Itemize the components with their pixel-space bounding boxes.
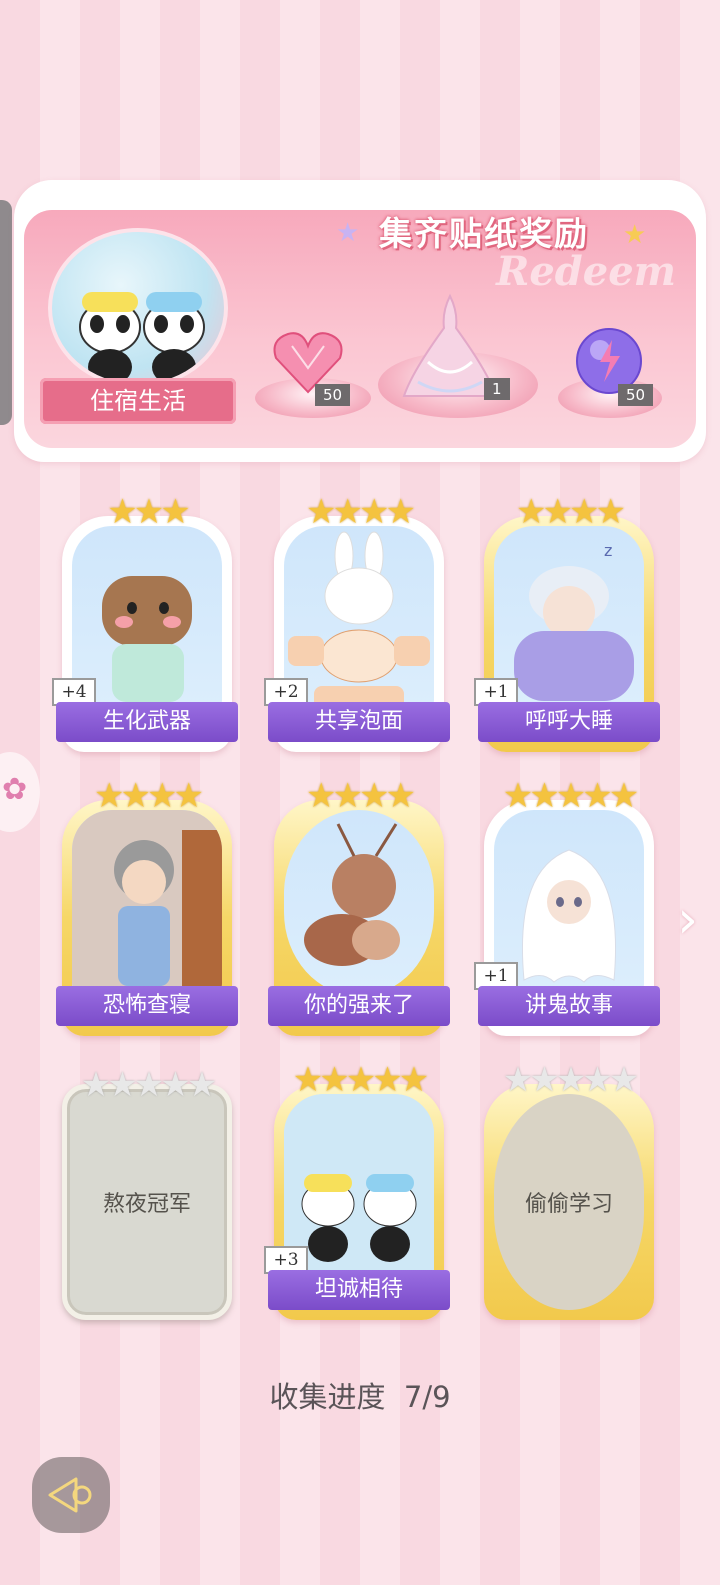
yellow-star-icon: ★ [623, 220, 647, 250]
back-button[interactable] [32, 1457, 110, 1533]
sticker-title: 坦诚相待 [268, 1270, 450, 1310]
side-drawer-handle[interactable] [0, 200, 12, 425]
theme-label: 住宿生活 [40, 378, 236, 424]
sticker-art [72, 810, 222, 996]
sticker-card[interactable]: ★★★★ z +1 呼呼大睡 [474, 492, 660, 752]
back-arrow-icon [48, 1477, 92, 1513]
sticker-card-locked[interactable]: ★★★★★ 熬夜冠军 [62, 1065, 232, 1320]
svg-text:z: z [604, 541, 612, 560]
sticker-slot: 偷偷学习 [494, 1094, 644, 1310]
reward-count: 50 [315, 384, 351, 406]
purple-star-icon: ★ [336, 218, 360, 248]
progress-label: 收集进度 [269, 1380, 386, 1414]
sticker-card[interactable]: ★★★★ 恐怖查寝 [56, 776, 238, 1036]
star-rating: ★★★★★ [80, 1065, 217, 1105]
sticker-card[interactable]: ★★★★ +2 共享泡面 [264, 492, 450, 752]
sticker-card[interactable]: ★★★★★ +1 讲鬼故事 [474, 776, 660, 1036]
side-menu-bubble[interactable]: ✿ [0, 752, 40, 832]
sticker-card-locked[interactable]: ★★★★★ 偷偷学习 [484, 1060, 654, 1320]
sticker-title: 共享泡面 [268, 702, 450, 742]
sticker-title: 讲鬼故事 [478, 986, 660, 1026]
sticker-art [284, 810, 434, 996]
cockroach-icon [304, 823, 400, 966]
sticker-title: 你的强来了 [268, 986, 450, 1026]
sticker-card[interactable]: ★★★★ 你的强来了 [268, 776, 450, 1036]
collection-progress: 收集进度 7/9 [0, 1374, 720, 1416]
dorm-theme-bubble [48, 228, 228, 388]
sticker-title: 偷偷学习 [524, 1192, 613, 1217]
reward-count: 50 [618, 384, 654, 406]
sticker-title: 生化武器 [56, 702, 238, 742]
banner-title: 集齐贴纸奖励 [379, 214, 589, 253]
dorm-auntie-icon [72, 810, 222, 996]
progress-value: 7/9 [403, 1380, 451, 1414]
sticker-title: 恐怖查寝 [56, 986, 238, 1026]
pandas-shower-icon [79, 292, 205, 384]
sticker-card[interactable]: ★★★★★ +3 坦诚相待 [264, 1060, 450, 1320]
pinwheel-icon: ✿ [2, 772, 28, 807]
sticker-title: 呼呼大睡 [478, 702, 660, 742]
reward-count: 1 [484, 378, 510, 400]
sticker-title: 熬夜冠军 [102, 1192, 191, 1217]
next-page-arrow-icon[interactable]: › [677, 890, 698, 950]
sticker-card[interactable]: ★★★ +4 生化武器 [52, 492, 238, 752]
